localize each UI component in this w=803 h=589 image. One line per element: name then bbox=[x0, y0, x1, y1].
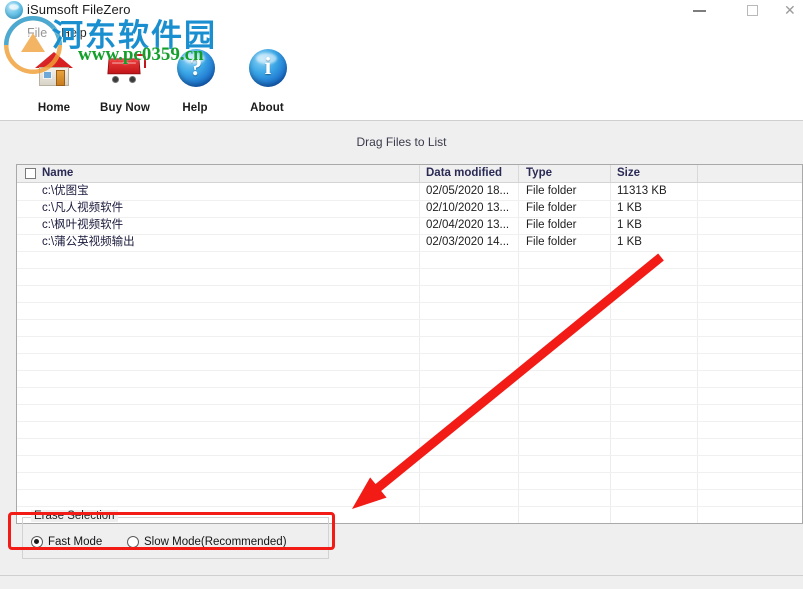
table-row[interactable] bbox=[17, 251, 802, 269]
cell-date-modified: 02/04/2020 13... bbox=[426, 219, 510, 231]
table-row[interactable]: c:\凡人视频软件 02/10/2020 13... File folder 1 KB bbox=[17, 200, 802, 218]
radio-slow-mode-indicator bbox=[127, 536, 139, 548]
cell-size: 1 KB bbox=[617, 236, 642, 248]
cell-size: 1 KB bbox=[617, 219, 642, 231]
table-row[interactable] bbox=[17, 370, 802, 388]
toolbar-button-home[interactable]: Home bbox=[17, 44, 91, 118]
menu-item-help[interactable]: Help bbox=[56, 25, 92, 41]
help-question-orb-icon: ? bbox=[172, 46, 218, 92]
cell-type: File folder bbox=[526, 219, 577, 231]
menu-bar: File Help bbox=[0, 22, 803, 44]
cell-type: File folder bbox=[526, 236, 577, 248]
cell-type: File folder bbox=[526, 185, 577, 197]
toolbar-label-help: Help bbox=[182, 102, 208, 114]
app-orb-icon bbox=[5, 1, 23, 19]
cell-name: c:\优图宝 bbox=[42, 185, 89, 197]
table-row[interactable] bbox=[17, 472, 802, 490]
radio-slow-mode-label: Slow Mode(Recommended) bbox=[144, 536, 287, 548]
maximize-button[interactable] bbox=[731, 0, 776, 22]
window-title: iSumsoft FileZero bbox=[27, 2, 131, 17]
cell-size: 1 KB bbox=[617, 202, 642, 214]
column-header-date-modified[interactable]: Data modified bbox=[426, 165, 502, 182]
table-row[interactable] bbox=[17, 302, 802, 320]
question-mark-glyph: ? bbox=[189, 54, 203, 81]
content-area: Drag Files to List Name Data modified Ty… bbox=[0, 120, 803, 575]
cell-date-modified: 02/05/2020 18... bbox=[426, 185, 510, 197]
file-list[interactable]: Name Data modified Type Size c:\优图宝 02/05… bbox=[16, 164, 803, 524]
table-row[interactable] bbox=[17, 455, 802, 473]
drag-files-hint: Drag Files to List bbox=[356, 135, 447, 149]
minimize-button[interactable] bbox=[678, 0, 723, 22]
close-icon: ✕ bbox=[784, 3, 796, 19]
file-list-header: Name Data modified Type Size bbox=[17, 165, 802, 183]
cell-date-modified: 02/10/2020 13... bbox=[426, 202, 510, 214]
column-header-type[interactable]: Type bbox=[526, 165, 552, 182]
cell-type: File folder bbox=[526, 202, 577, 214]
column-divider[interactable] bbox=[419, 165, 420, 182]
toolbar-label-home: Home bbox=[37, 102, 71, 114]
about-info-orb-icon: i bbox=[244, 46, 290, 92]
table-row[interactable] bbox=[17, 268, 802, 286]
erase-selection-group: Erase Selection Fast Mode Slow Mode(Reco… bbox=[22, 510, 329, 559]
file-list-rows: c:\优图宝 02/05/2020 18... File folder 11313 K… bbox=[17, 183, 802, 523]
table-row[interactable]: c:\枫叶视频软件 02/04/2020 13... File folder 1 KB bbox=[17, 217, 802, 235]
toolbar: Home Buy Now ? Help i About bbox=[0, 44, 803, 120]
bottom-strip bbox=[0, 575, 803, 589]
column-header-size[interactable]: Size bbox=[617, 165, 640, 182]
table-row[interactable] bbox=[17, 353, 802, 371]
select-all-checkbox[interactable] bbox=[25, 168, 36, 179]
cell-name: c:\凡人视频软件 bbox=[42, 202, 124, 214]
toolbar-label-about: About bbox=[250, 102, 284, 114]
toolbar-button-buy-now[interactable]: Buy Now bbox=[88, 44, 162, 118]
cell-size: 11313 KB bbox=[617, 185, 667, 197]
shopping-cart-icon bbox=[102, 46, 148, 92]
table-row[interactable] bbox=[17, 285, 802, 303]
cell-date-modified: 02/03/2020 14... bbox=[426, 236, 510, 248]
toolbar-label-buy-now: Buy Now bbox=[100, 102, 150, 114]
table-row[interactable] bbox=[17, 489, 802, 507]
title-bar: iSumsoft FileZero ✕ bbox=[0, 0, 803, 22]
minimize-icon bbox=[693, 10, 706, 12]
erase-selection-legend: Erase Selection bbox=[31, 510, 118, 522]
close-button[interactable]: ✕ bbox=[784, 0, 803, 22]
table-row[interactable] bbox=[17, 387, 802, 405]
table-row[interactable] bbox=[17, 438, 802, 456]
maximize-icon bbox=[747, 5, 758, 16]
table-row[interactable] bbox=[17, 421, 802, 439]
radio-fast-mode-label: Fast Mode bbox=[48, 536, 103, 548]
cell-name: c:\蒲公英视频输出 bbox=[42, 236, 135, 248]
toolbar-button-help[interactable]: ? Help bbox=[158, 44, 232, 118]
table-row[interactable]: c:\优图宝 02/05/2020 18... File folder 11313 K… bbox=[17, 183, 802, 201]
menu-item-file[interactable]: File bbox=[22, 25, 52, 41]
column-divider[interactable] bbox=[697, 165, 698, 182]
column-header-name[interactable]: Name bbox=[42, 165, 73, 182]
table-row[interactable]: c:\蒲公英视频输出 02/03/2020 14... File folder 1 K… bbox=[17, 234, 802, 252]
table-row[interactable] bbox=[17, 404, 802, 422]
toolbar-button-about[interactable]: i About bbox=[230, 44, 304, 118]
info-glyph: i bbox=[264, 54, 272, 80]
column-divider[interactable] bbox=[610, 165, 611, 182]
table-row[interactable] bbox=[17, 319, 802, 337]
radio-fast-mode-indicator bbox=[31, 536, 43, 548]
home-house-icon bbox=[31, 46, 77, 92]
column-divider[interactable] bbox=[518, 165, 519, 182]
table-row[interactable] bbox=[17, 336, 802, 354]
cell-name: c:\枫叶视频软件 bbox=[42, 219, 124, 231]
application-window: iSumsoft FileZero ✕ File Help Home Buy N… bbox=[0, 0, 803, 589]
